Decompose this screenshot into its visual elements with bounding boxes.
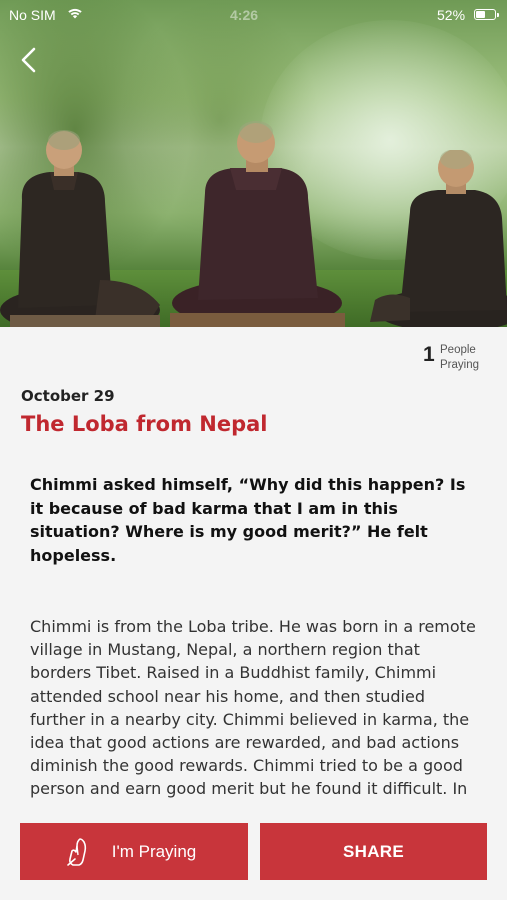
hero-image [0, 0, 507, 327]
chevron-left-icon [21, 47, 36, 73]
article-title: The Loba from Nepal [21, 412, 268, 436]
im-praying-label: I'm Praying [111, 841, 197, 861]
battery-icon [474, 9, 499, 20]
monk-middle [170, 121, 345, 327]
im-praying-button[interactable]: I'm Praying [20, 823, 248, 880]
share-label: SHARE [342, 841, 404, 861]
carrier-label: No SIM [9, 7, 56, 23]
back-button[interactable] [14, 44, 44, 76]
monk-right [370, 150, 507, 327]
praying-count-number: 1 [423, 343, 435, 366]
share-button[interactable]: SHARE [260, 823, 487, 880]
battery-percent: 52% [437, 7, 466, 23]
praying-hands-icon [67, 838, 87, 866]
praying-count-label: People Praying [440, 344, 479, 371]
article-body[interactable]: Chimmi is from the Loba tribe. He was bo… [30, 615, 480, 820]
wifi-icon [68, 8, 82, 19]
clock: 4:26 [230, 7, 259, 23]
article-intro: Chimmi asked himself, “Why did this happ… [30, 475, 466, 565]
status-bar: No SIM 4:26 52% [0, 0, 507, 30]
article-date: October 29 [21, 387, 115, 405]
monk-left [0, 130, 160, 327]
